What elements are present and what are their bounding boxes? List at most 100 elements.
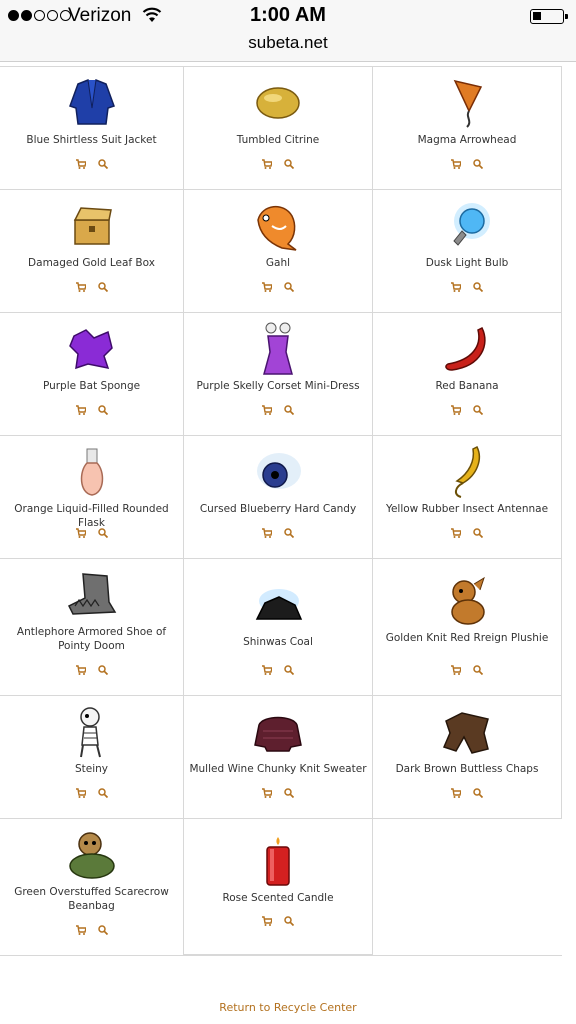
item-cell: Steiny <box>0 696 184 818</box>
address-bar[interactable]: subeta.net <box>0 32 576 62</box>
item-name[interactable]: Dusk Light Bulb <box>422 256 513 270</box>
item-cell: Dark Brown Buttless Chaps <box>373 696 562 818</box>
item-name[interactable]: Orange Liquid-Filled Rounded Flask <box>0 502 183 530</box>
search-icon[interactable] <box>473 282 483 292</box>
search-icon[interactable] <box>97 665 108 675</box>
cart-icon[interactable] <box>262 528 272 538</box>
item-cell: Red Banana <box>373 313 562 435</box>
cart-icon[interactable] <box>451 788 461 798</box>
search-icon[interactable] <box>284 916 294 926</box>
item-name[interactable]: Tumbled Citrine <box>233 133 323 147</box>
purple-sponge-icon[interactable] <box>64 321 120 377</box>
item-name[interactable]: Rose Scented Candle <box>218 891 337 905</box>
clock: 1:00 AM <box>250 4 326 26</box>
search-icon[interactable] <box>284 528 294 538</box>
item-cell: Mulled Wine Chunky Knit Sweater <box>184 696 373 818</box>
skeleton-pet-icon[interactable] <box>64 704 120 760</box>
plushie-icon[interactable] <box>439 573 495 629</box>
cart-icon[interactable] <box>451 405 461 415</box>
item-cell: Damaged Gold Leaf Box <box>0 190 184 312</box>
cart-icon[interactable] <box>262 405 272 415</box>
armored-shoe-icon[interactable] <box>64 567 120 623</box>
cart-icon[interactable] <box>75 665 86 675</box>
search-icon[interactable] <box>284 282 294 292</box>
item-name[interactable]: Antlephore Armored Shoe of Pointy Doom <box>0 625 183 653</box>
citrine-icon[interactable] <box>250 75 306 131</box>
candle-icon[interactable] <box>250 833 306 889</box>
fish-icon[interactable] <box>250 198 306 254</box>
cart-icon[interactable] <box>262 282 272 292</box>
item-cell: Cursed Blueberry Hard Candy <box>184 436 373 558</box>
item-name[interactable]: Yellow Rubber Insect Antennae <box>382 502 552 516</box>
item-name[interactable]: Cursed Blueberry Hard Candy <box>196 502 360 516</box>
search-icon[interactable] <box>473 405 483 415</box>
cart-icon[interactable] <box>451 282 461 292</box>
item-name[interactable]: Shinwas Coal <box>239 635 317 649</box>
search-icon[interactable] <box>97 282 108 292</box>
cart-icon[interactable] <box>75 282 86 292</box>
item-name[interactable]: Mulled Wine Chunky Knit Sweater <box>185 762 370 776</box>
chaps-icon[interactable] <box>439 704 495 760</box>
search-icon[interactable] <box>284 665 294 675</box>
search-icon[interactable] <box>473 788 483 798</box>
sweater-icon[interactable] <box>250 704 306 760</box>
cart-icon[interactable] <box>262 665 272 675</box>
flask-icon[interactable] <box>64 444 120 500</box>
item-cell: Purple Skelly Corset Mini-Dress <box>184 313 373 435</box>
item-grid: Blue Shirtless Suit Jacket Tumbled Citri… <box>0 67 562 956</box>
item-cell: Magma Arrowhead <box>373 67 562 189</box>
item-name[interactable]: Dark Brown Buttless Chaps <box>392 762 543 776</box>
cart-icon[interactable] <box>75 528 86 538</box>
search-icon[interactable] <box>473 665 483 675</box>
scarecrow-beanbag-icon[interactable] <box>64 827 120 883</box>
cart-icon[interactable] <box>75 925 86 935</box>
coal-icon[interactable] <box>250 577 306 633</box>
item-name[interactable]: Magma Arrowhead <box>414 133 521 147</box>
cart-icon[interactable] <box>262 159 272 169</box>
item-name[interactable]: Steiny <box>71 762 112 776</box>
item-name[interactable]: Gahl <box>262 256 294 270</box>
item-cell: Dusk Light Bulb <box>373 190 562 312</box>
cart-icon[interactable] <box>75 159 86 169</box>
cart-icon[interactable] <box>75 405 86 415</box>
item-name[interactable]: Red Banana <box>431 379 502 393</box>
item-name[interactable]: Green Overstuffed Scarecrow Beanbag <box>0 885 183 913</box>
search-icon[interactable] <box>473 528 483 538</box>
search-icon[interactable] <box>284 405 294 415</box>
cart-icon[interactable] <box>451 665 461 675</box>
item-name[interactable]: Damaged Gold Leaf Box <box>24 256 159 270</box>
item-name[interactable]: Purple Bat Sponge <box>39 379 144 393</box>
dress-icon[interactable] <box>250 321 306 377</box>
item-name[interactable]: Purple Skelly Corset Mini-Dress <box>192 379 363 393</box>
cart-icon[interactable] <box>262 916 272 926</box>
search-icon[interactable] <box>97 925 108 935</box>
item-cell: Antlephore Armored Shoe of Pointy Doom <box>0 559 184 695</box>
search-icon[interactable] <box>97 528 108 538</box>
cart-icon[interactable] <box>262 788 272 798</box>
cart-icon[interactable] <box>451 159 461 169</box>
item-cell: Orange Liquid-Filled Rounded Flask <box>0 436 184 558</box>
candy-icon[interactable] <box>250 444 306 500</box>
search-icon[interactable] <box>97 159 108 169</box>
item-cell: Blue Shirtless Suit Jacket <box>0 67 184 189</box>
return-to-recycle-center-link[interactable]: Return to Recycle Center <box>0 1001 576 1014</box>
search-icon[interactable] <box>97 405 108 415</box>
empty-cell <box>373 819 562 955</box>
item-name[interactable]: Blue Shirtless Suit Jacket <box>22 133 160 147</box>
search-icon[interactable] <box>97 788 108 798</box>
url-text[interactable]: subeta.net <box>0 33 576 53</box>
blue-jacket-icon[interactable] <box>64 75 120 131</box>
status-bar: Verizon 1:00 AM <box>0 0 576 32</box>
cart-icon[interactable] <box>75 788 86 798</box>
item-name[interactable]: Golden Knit Red Rreign Plushie <box>382 631 553 645</box>
item-cell: Rose Scented Candle <box>184 819 373 955</box>
cart-icon[interactable] <box>451 528 461 538</box>
gold-box-icon[interactable] <box>64 198 120 254</box>
arrowhead-icon[interactable] <box>439 75 495 131</box>
search-icon[interactable] <box>284 159 294 169</box>
banana-icon[interactable] <box>439 321 495 377</box>
search-icon[interactable] <box>473 159 483 169</box>
light-bulb-icon[interactable] <box>439 198 495 254</box>
antennae-icon[interactable] <box>439 444 495 500</box>
search-icon[interactable] <box>284 788 294 798</box>
